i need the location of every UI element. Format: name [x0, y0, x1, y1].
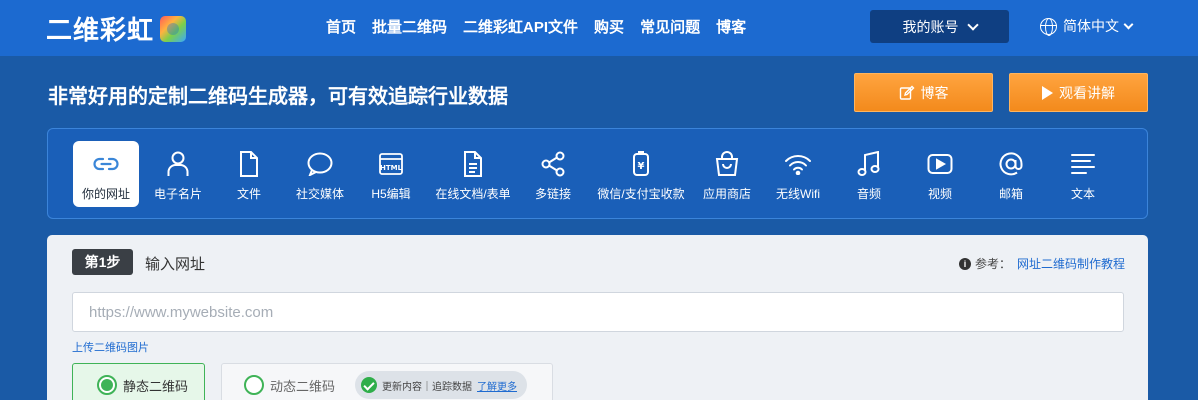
info-icon: i: [958, 257, 971, 270]
edit-icon: [899, 85, 914, 100]
learn-more-link[interactable]: 了解更多: [477, 378, 517, 393]
text-lines-icon: [1071, 154, 1095, 174]
step-title: 输入网址: [145, 256, 206, 273]
type-label: 社交媒体: [295, 187, 344, 201]
share-icon: [541, 151, 565, 177]
globe-icon: [1040, 17, 1057, 36]
account-label: 我的账号: [902, 18, 959, 35]
language-label: 简体中文: [1063, 18, 1119, 34]
shopping-bag-icon: [715, 151, 739, 176]
payment-icon: ¥: [633, 151, 649, 176]
type-text[interactable]: 文本: [1062, 141, 1104, 207]
type-multi-link[interactable]: 多链接: [532, 141, 574, 207]
nav-api-docs[interactable]: 二维彩虹API文件: [463, 16, 578, 37]
chat-bubble-icon: [307, 152, 333, 176]
main-nav: 首页 批量二维码 二维彩虹API文件 购买 常见问题 博客: [326, 16, 746, 37]
svg-text:¥: ¥: [638, 161, 645, 172]
type-label: 文本: [1070, 187, 1095, 201]
step-badge: 第1步: [72, 249, 133, 275]
blog-button[interactable]: 博客: [854, 73, 993, 112]
html-icon: HTML: [379, 153, 403, 175]
blog-button-label: 博客: [920, 84, 949, 101]
check-circle-icon: [361, 377, 378, 393]
type-label: 电子名片: [153, 187, 202, 201]
static-qr-option[interactable]: 静态二维码: [72, 363, 205, 400]
chevron-down-icon: [1123, 19, 1134, 29]
page-title: 非常好用的定制二维码生成器，可有效追踪行业数据: [48, 86, 508, 108]
type-h5[interactable]: HTML H5编辑: [370, 141, 412, 207]
type-label: 无线Wifi: [776, 187, 820, 201]
type-payment[interactable]: ¥ 微信/支付宝收款: [594, 141, 688, 207]
top-navbar: 二维彩虹 首页 批量二维码 二维彩虹API文件 购买 常见问题 博客 我的账号 …: [0, 0, 1198, 56]
type-document[interactable]: 在线文档/表单: [433, 141, 513, 207]
nav-faq[interactable]: 常见问题: [640, 16, 700, 37]
static-qr-label: 静态二维码: [123, 378, 189, 394]
radio-unselected-icon: [244, 375, 264, 395]
type-label: 在线文档/表单: [435, 187, 511, 201]
type-url[interactable]: 你的网址: [73, 141, 139, 207]
music-icon: [857, 151, 880, 176]
nav-blog[interactable]: 博客: [716, 16, 746, 37]
dynamic-qr-option[interactable]: 动态二维码 更新内容｜追踪数据 了解更多: [221, 363, 553, 400]
video-button-label: 观看讲解: [1059, 84, 1115, 101]
person-icon: [167, 151, 189, 176]
chevron-down-icon: [966, 18, 979, 31]
dynamic-features-pill: 更新内容｜追踪数据 了解更多: [355, 371, 528, 399]
type-email[interactable]: 邮箱: [990, 141, 1032, 207]
type-label: 你的网址: [81, 187, 130, 201]
nav-home[interactable]: 首页: [326, 16, 356, 37]
nav-batch-qr[interactable]: 批量二维码: [372, 16, 447, 37]
type-social[interactable]: 社交媒体: [294, 141, 346, 207]
type-label: 邮箱: [998, 187, 1023, 201]
watch-video-button[interactable]: 观看讲解: [1009, 73, 1148, 112]
rainbow-logo-icon: [160, 15, 187, 42]
site-logo[interactable]: 二维彩虹: [46, 10, 187, 47]
reference-hint: i 参考： 网址二维码制作教程: [958, 255, 1125, 272]
step-1-panel: 第1步 输入网址 i 参考： 网址二维码制作教程 上传二维码图片 静态二维码 动…: [47, 235, 1148, 400]
type-label: H5编辑: [371, 187, 411, 201]
upload-qr-image-link[interactable]: 上传二维码图片: [72, 339, 149, 355]
file-icon: [240, 151, 258, 177]
svg-text:HTML: HTML: [380, 164, 403, 172]
document-icon: [464, 151, 482, 177]
tutorial-link[interactable]: 网址二维码制作教程: [1017, 255, 1125, 272]
reference-label: 参考：: [974, 257, 1011, 271]
url-input[interactable]: [72, 292, 1124, 332]
my-account-button[interactable]: 我的账号: [870, 10, 1009, 43]
type-wifi[interactable]: 无线Wifi: [772, 141, 824, 207]
play-icon: [1042, 85, 1053, 100]
link-icon: [93, 157, 119, 171]
language-selector[interactable]: 简体中文: [1040, 16, 1134, 36]
type-video[interactable]: 视频: [919, 141, 961, 207]
play-icon: [927, 154, 953, 174]
type-file[interactable]: 文件: [224, 141, 274, 207]
type-app-store[interactable]: 应用商店: [702, 141, 752, 207]
nav-buy[interactable]: 购买: [594, 16, 624, 37]
wifi-icon: [785, 155, 811, 175]
at-icon: [999, 152, 1023, 176]
type-label: 音频: [856, 187, 881, 201]
dynamic-features-text: 更新内容｜追踪数据: [382, 381, 473, 393]
logo-text: 二维彩虹: [46, 15, 155, 45]
type-label: 多链接: [534, 187, 571, 201]
dynamic-qr-label: 动态二维码: [270, 378, 336, 394]
type-label: 文件: [236, 187, 261, 201]
type-audio[interactable]: 音频: [848, 141, 890, 207]
type-vcard[interactable]: 电子名片: [153, 141, 203, 207]
type-label: 视频: [927, 187, 952, 201]
type-label: 微信/支付宝收款: [597, 187, 685, 201]
type-label: 应用商店: [702, 187, 751, 201]
qr-type-selector: 你的网址 电子名片 文件 社交媒体 HTML H5编辑 在线文档/表单 多链接 …: [47, 128, 1148, 219]
radio-selected-icon: [97, 375, 117, 395]
